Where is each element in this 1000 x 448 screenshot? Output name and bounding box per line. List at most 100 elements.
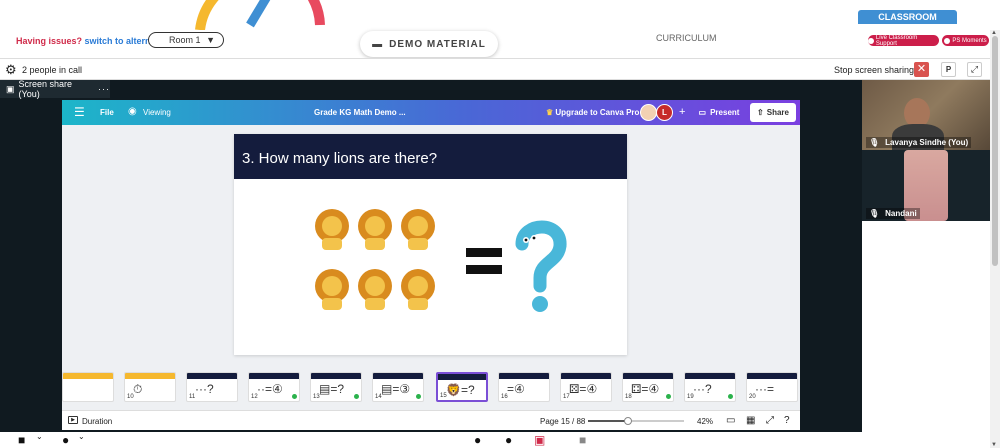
ps-moments-label: PS Moments [952,37,987,44]
screen-share-tab[interactable]: ▣ Screen share (You) ··· [0,79,110,99]
present-button[interactable]: ▭ Present [694,104,744,121]
share-button[interactable]: ⇧ Share [750,103,796,122]
slide-thumbnail[interactable]: ···? 19 [684,372,736,402]
avatar[interactable] [640,104,657,121]
zoom-slider-handle[interactable] [624,417,633,425]
pin-button[interactable]: P [941,62,956,77]
grid-view-icon[interactable]: ▦ [746,415,755,426]
thumb-number: 15 [440,393,447,399]
thumb-number: 14 [375,394,382,400]
viewing-label[interactable]: Viewing [143,108,171,117]
microphone-icon[interactable]: ● [62,433,69,447]
expand-icon[interactable]: ⤢ [967,62,982,77]
thumb-body: ▤=? [319,382,345,396]
page-scrollbar[interactable]: ▲ ▼ [990,30,1000,448]
decorative-logo-arcs [195,0,325,30]
participants-panel: 🎙 Lavanya Sindhe (You) 🎙 Nandani [862,80,990,432]
document-title[interactable]: Grade KG Math Demo ... [314,108,406,117]
participant-video[interactable]: 🎙 Lavanya Sindhe (You) [862,80,990,150]
thumb-number: 10 [127,394,134,400]
people-count: 2 people in call [22,65,83,75]
slide-thumbnail[interactable]: ···= 20 [746,372,798,402]
zoom-slider[interactable] [588,417,684,425]
duration-label[interactable]: Duration [82,417,112,426]
screen-share-label: Screen share (You) [18,79,73,99]
slide-thumbnail-active[interactable]: 🦁=? 15 [436,372,488,402]
upload-icon: ⇧ [757,108,764,117]
ps-moments-button[interactable]: PS Moments [942,35,989,46]
whiteboard-icon[interactable]: ■ [579,433,586,447]
thumb-header [438,374,486,380]
lion-icon [358,209,392,250]
slide-thumbnail[interactable]: =④ 16 [498,372,550,402]
camera-icon[interactable]: ■ [18,433,25,447]
stop-sharing-button[interactable]: ✕ [914,62,929,77]
thumb-body: ··=④ [257,382,283,396]
scroll-thumb[interactable] [992,36,998,266]
room-select[interactable]: Room 1 ▼ [148,32,224,48]
microphone-icon: 🎙 [869,138,880,147]
curriculum-tab[interactable]: CURRICULUM [656,33,717,43]
hamburger-menu-icon[interactable]: ☰ [74,105,85,119]
participant-name: Lavanya Sindhe (You) [885,138,969,147]
chevron-down-icon[interactable]: ⌄ [36,432,43,441]
avatar-initial[interactable]: L [656,104,673,121]
slide-title: 3. How many lions are there? [242,150,438,167]
live-support-button[interactable]: Live Classroom Support [868,34,939,47]
slide-thumbnail[interactable]: ⏱ 10 [124,372,176,402]
more-options-icon[interactable]: ··· [98,84,110,94]
completed-check-icon [666,394,671,399]
duration-icon[interactable]: ▶ [68,416,78,424]
zoom-level: 42% [697,417,714,426]
slide-thumbnail[interactable]: ▤=③ 14 [372,372,424,402]
stop-share-icon[interactable]: ▣ [534,433,545,447]
lion-icon [315,209,349,250]
plus-icon[interactable]: + [679,106,685,118]
eye-icon: ◉ [128,106,137,117]
participant-video[interactable]: 🎙 Nandani [862,150,990,221]
slide-thumbnail[interactable]: ▤=? 13 [310,372,362,402]
person-icon[interactable]: ● [474,433,481,447]
scroll-down-arrow-icon[interactable]: ▼ [991,442,997,448]
issues-text: Having issues? [16,36,83,46]
fullscreen-icon[interactable]: ⤢ [766,415,774,426]
stop-sharing-label: Stop screen sharing [834,65,915,75]
slide-thumbnail[interactable]: ⚃=④ 18 [622,372,674,402]
help-icon[interactable]: ? [784,415,790,426]
classroom-tab[interactable]: CLASSROOM [858,10,957,24]
chat-icon[interactable]: ● [505,433,512,447]
thumb-number: 20 [749,394,756,400]
completed-check-icon [416,394,421,399]
participant-name-tag: 🎙 Lavanya Sindhe (You) [866,137,972,148]
chevron-down-icon[interactable]: ⌄ [78,432,85,441]
support-icon [868,37,874,44]
slide-canvas[interactable]: 3. How many lions are there? [234,134,627,355]
thumb-header [373,373,423,379]
zoom-slider-fill [588,420,629,422]
slide-thumbnail[interactable] [62,372,114,402]
moments-icon [944,37,951,44]
upgrade-button[interactable]: ♛ Upgrade to Canva Pro [546,108,639,117]
lion-icon [315,269,349,310]
thumb-header [63,373,113,379]
live-support-label: Live Classroom Support [875,34,918,47]
completed-check-icon [728,394,733,399]
notes-icon[interactable]: ▭ [726,415,735,426]
slide-thumbnail[interactable]: ··=④ 12 [248,372,300,402]
thumb-number: 12 [251,394,258,400]
microphone-icon: 🎙 [869,209,880,218]
demo-material-label: DEMO MATERIAL [389,38,486,50]
file-menu[interactable]: File [100,108,114,117]
thumb-header [623,373,673,379]
slide-thumbnail[interactable]: ⚄=④ 17 [560,372,612,402]
slide-thumbnail[interactable]: ···? 11 [186,372,238,402]
thumb-number: 19 [687,394,694,400]
screen-share-icon: ▣ [6,83,15,94]
thumb-body: ···= [755,382,774,396]
demo-material-button[interactable]: ▬ DEMO MATERIAL [360,31,498,57]
slide-header: 3. How many lions are there? [234,134,627,179]
present-label: Present [710,108,740,117]
share-label: Share [766,108,789,117]
gear-icon[interactable]: ⚙ [5,63,18,76]
upgrade-label: Upgrade to Canva Pro [555,108,640,117]
